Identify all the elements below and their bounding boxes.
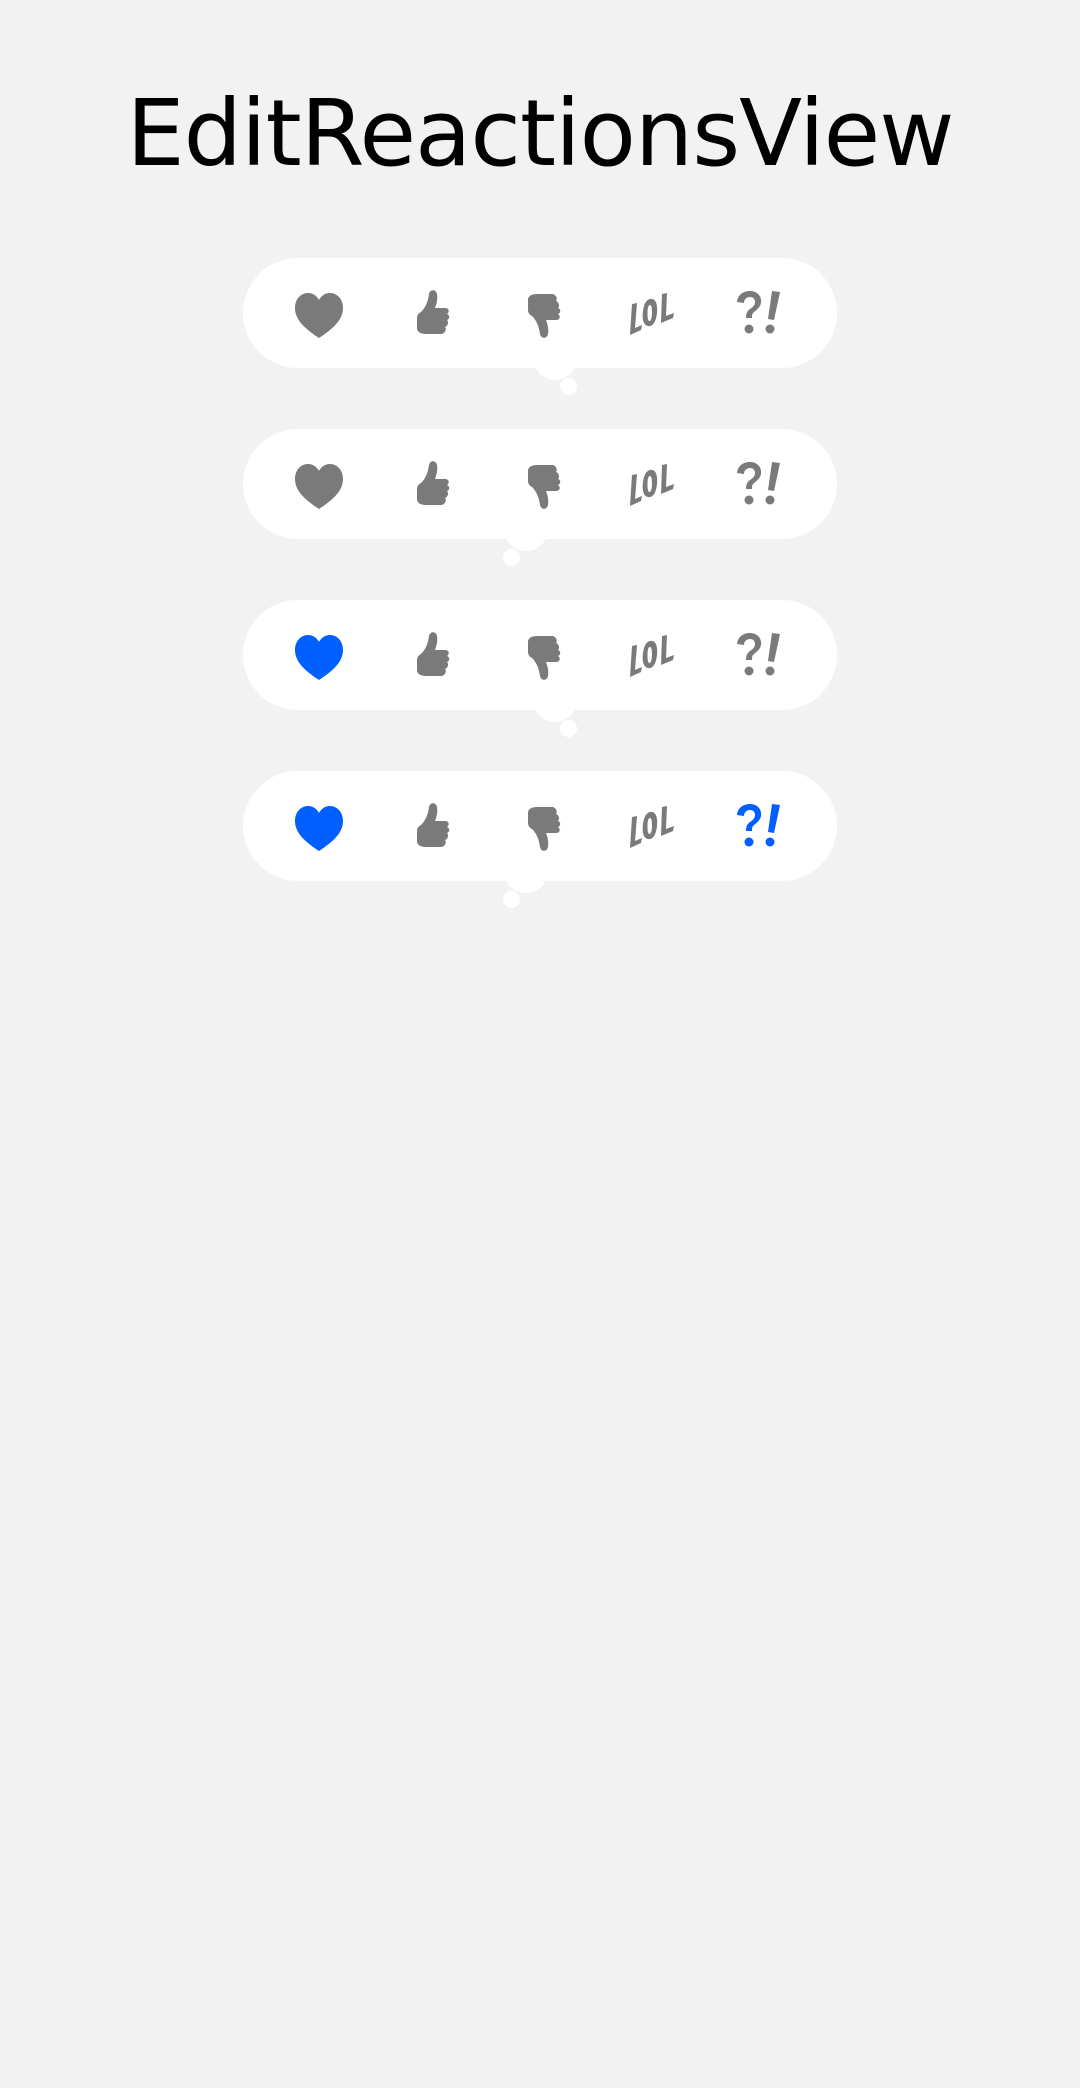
thumbs-up-icon <box>417 803 450 847</box>
bubble-tail-small <box>560 378 577 395</box>
bubble-tail-large <box>504 507 548 551</box>
reaction-heart-button[interactable] <box>287 624 351 688</box>
reaction-lol-button[interactable] <box>620 624 684 688</box>
lol-icon <box>630 464 674 506</box>
reaction-lol-button[interactable] <box>620 453 684 517</box>
reaction-lol-button[interactable] <box>620 282 684 346</box>
reaction-bar-2 <box>243 429 837 566</box>
reaction-thumbs-up-button[interactable] <box>397 795 461 859</box>
bubble-tail-large <box>533 336 577 380</box>
bubble-tail-small <box>503 891 520 908</box>
lol-icon <box>630 806 674 848</box>
reaction-interrobang-button[interactable] <box>731 795 795 859</box>
reaction-lol-button[interactable] <box>620 795 684 859</box>
reaction-interrobang-button[interactable] <box>731 453 795 517</box>
reaction-heart-button[interactable] <box>287 453 351 517</box>
reaction-bar-3 <box>243 600 837 737</box>
bubble-tail-small <box>503 549 520 566</box>
interrobang-icon <box>737 804 780 847</box>
reaction-interrobang-button[interactable] <box>731 624 795 688</box>
thumbs-up-icon <box>417 290 450 334</box>
bubble-tail-large <box>533 678 577 722</box>
interrobang-icon <box>737 633 780 676</box>
thumbs-up-icon <box>417 461 450 505</box>
heart-icon <box>295 464 343 509</box>
reaction-thumbs-up-button[interactable] <box>397 624 461 688</box>
reaction-bar-1 <box>243 258 837 395</box>
heart-icon <box>295 635 343 680</box>
heart-icon <box>295 806 343 851</box>
lol-icon <box>630 293 674 335</box>
heart-icon <box>295 293 343 338</box>
bubble-tail-large <box>504 849 548 893</box>
reaction-thumbs-up-button[interactable] <box>397 453 461 517</box>
reaction-thumbs-up-button[interactable] <box>397 282 461 346</box>
reaction-interrobang-button[interactable] <box>731 282 795 346</box>
interrobang-icon <box>737 291 780 334</box>
edit-reactions-page: EditReactionsView <box>0 0 1080 2088</box>
bubble-tail-small <box>560 720 577 737</box>
page-title: EditReactionsView <box>126 80 955 187</box>
reaction-bar-4 <box>243 771 837 908</box>
reaction-heart-button[interactable] <box>287 282 351 346</box>
interrobang-icon <box>737 462 780 505</box>
thumbs-up-icon <box>417 632 450 676</box>
reaction-heart-button[interactable] <box>287 795 351 859</box>
lol-icon <box>630 635 674 677</box>
